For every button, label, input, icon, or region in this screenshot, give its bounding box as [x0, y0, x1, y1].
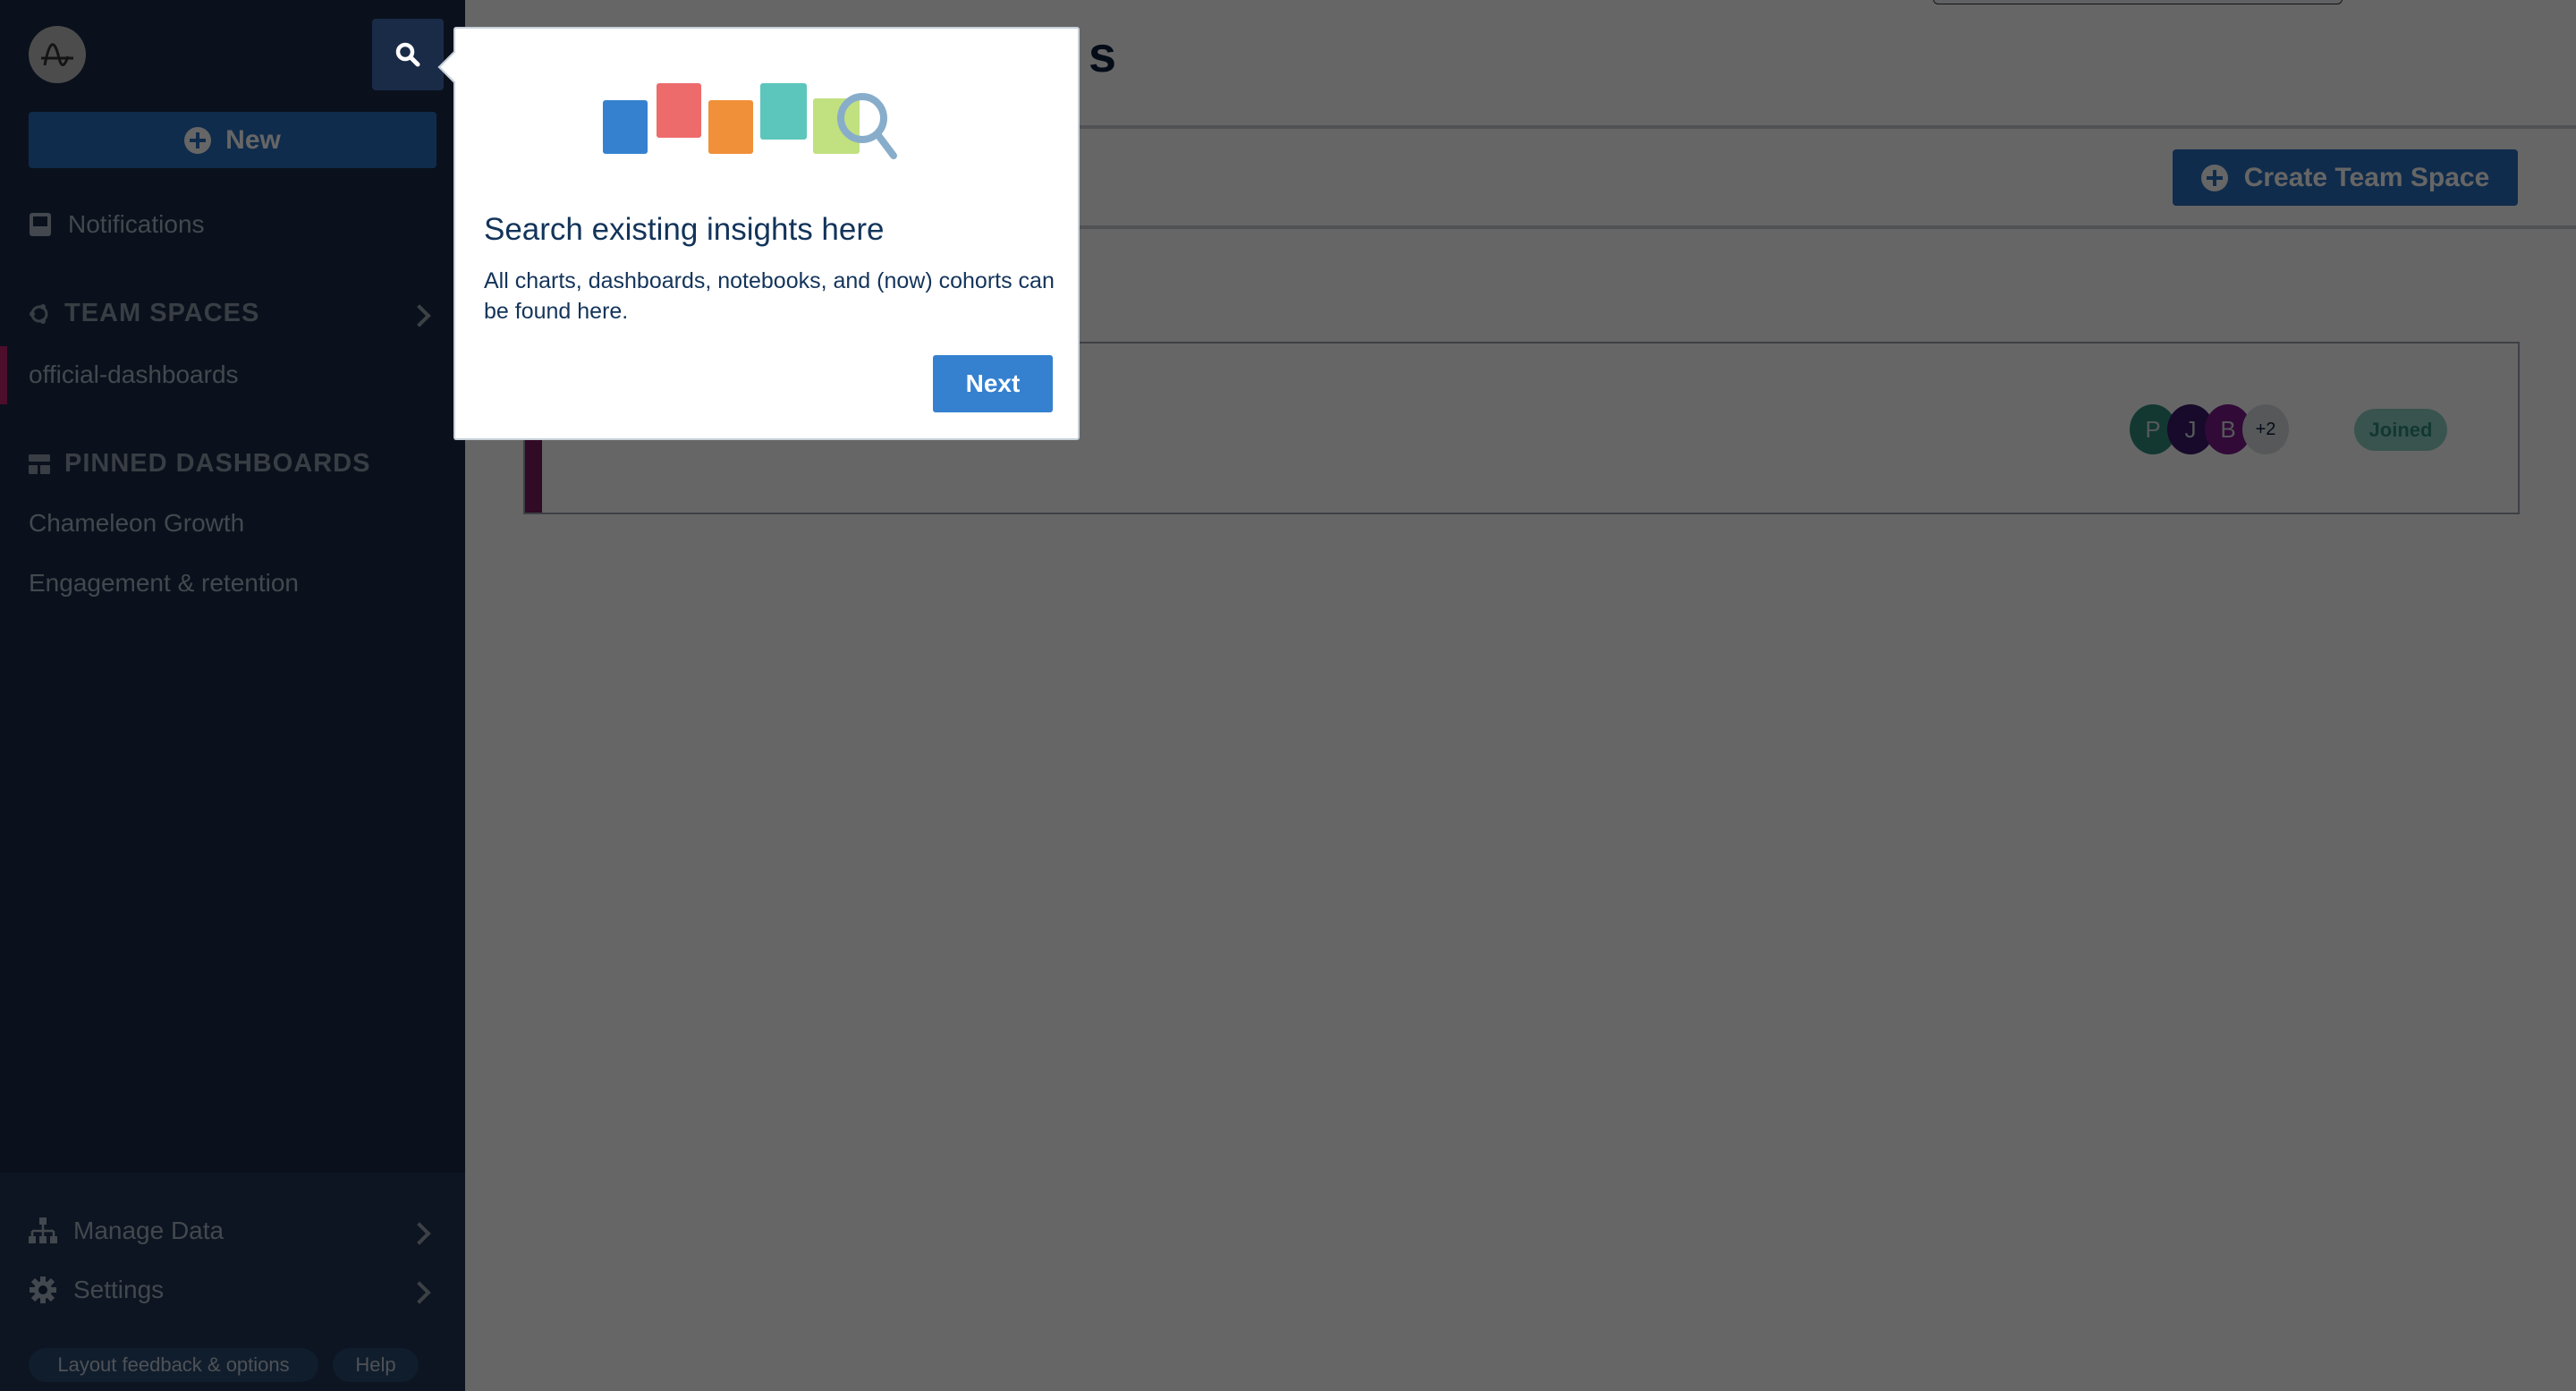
illustration-card-blue [603, 100, 648, 154]
popup-body: All charts, dashboards, notebooks, and (… [484, 268, 1055, 324]
illustration-card-green [813, 98, 860, 154]
illustration-card-teal [760, 83, 807, 140]
next-button[interactable]: Next [933, 355, 1053, 412]
search-button[interactable] [372, 19, 444, 90]
illustration-card-red [657, 83, 701, 138]
tour-popup: Search existing insights here All charts… [437, 27, 1080, 440]
popup-title: Search existing insights here [484, 212, 885, 247]
insights-illustration [603, 83, 897, 159]
illustration-card-orange [708, 100, 753, 154]
tour-overlay[interactable] [0, 0, 2576, 1391]
search-icon [395, 42, 420, 67]
